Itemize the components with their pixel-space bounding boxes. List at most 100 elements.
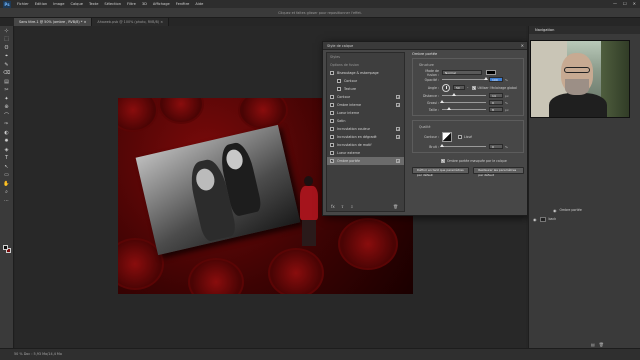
distance-slider[interactable] — [442, 93, 486, 96]
angle-dial[interactable] — [442, 83, 450, 92]
add-effect-icon[interactable]: + — [396, 127, 400, 131]
contour-sub-item[interactable]: Contour — [327, 77, 404, 85]
brush-tool-icon[interactable]: ✂ — [3, 87, 11, 94]
antialias-checkbox[interactable] — [458, 135, 462, 139]
inner-shadow-item[interactable]: Ombre interne + — [327, 101, 404, 109]
reset-default-button[interactable]: Restaurer les paramètres par défaut — [473, 167, 524, 177]
gradient-overlay-item[interactable]: Incrustation en dégradé + — [327, 133, 404, 141]
checkbox[interactable] — [330, 127, 334, 131]
type-tool-icon[interactable]: T — [3, 155, 11, 162]
color-overlay-item[interactable]: Incrustation couleur + — [327, 125, 404, 133]
move-tool-icon[interactable]: ⊹ — [3, 28, 11, 35]
marquee-tool-icon[interactable]: ⬚ — [3, 36, 11, 43]
checkbox[interactable] — [330, 111, 334, 115]
add-effect-icon[interactable]: + — [396, 103, 400, 107]
knockout-checkbox[interactable]: ✓ — [441, 158, 445, 163]
path-select-tool-icon[interactable]: ↖ — [3, 164, 11, 171]
checkbox-checked[interactable]: ✓ — [330, 159, 334, 163]
global-light-checkbox[interactable]: ✓ — [471, 85, 476, 90]
pattern-overlay-item[interactable]: Incrustation de motif — [327, 141, 404, 149]
zoom-tool-icon[interactable]: ⌕ — [3, 189, 11, 196]
menu-filtre[interactable]: Filtre — [127, 2, 136, 6]
menu-fenetre[interactable]: Fenêtre — [176, 2, 190, 6]
move-up-icon[interactable]: ⇧ — [341, 204, 344, 209]
more-tools-icon[interactable]: ⋯ — [3, 198, 11, 205]
checkbox[interactable] — [330, 151, 334, 155]
size-slider[interactable] — [442, 107, 486, 110]
texture-sub-item[interactable]: Texture — [327, 85, 404, 93]
satin-item[interactable]: Satin — [327, 117, 404, 125]
hand-tool-icon[interactable]: ✋ — [3, 181, 11, 188]
quick-select-tool-icon[interactable]: ⌖ — [3, 53, 11, 60]
tab-sans-titre[interactable]: Sans titre-1 @ 50% (ombre , RVB/8) * × — [14, 18, 93, 26]
styles-heading[interactable]: Styles — [327, 53, 404, 61]
pen-tool-icon[interactable]: ◈ — [3, 147, 11, 154]
dodge-tool-icon[interactable]: ✹ — [3, 138, 11, 145]
history-brush-tool-icon[interactable]: ⊕ — [3, 104, 11, 111]
tab-ahaweb[interactable]: Ahaweb.psb @ 100% (photo, RVB/8) × — [92, 18, 170, 26]
gradient-tool-icon[interactable]: ✑ — [3, 121, 11, 128]
slider-knob[interactable] — [452, 93, 457, 96]
blend-mode-select[interactable]: Normal — [442, 70, 482, 75]
tab-close-icon[interactable]: × — [84, 20, 87, 24]
noise-input[interactable]: 0 — [489, 144, 503, 149]
menu-affichage[interactable]: Affichage — [153, 2, 170, 6]
close-window-icon[interactable]: ✕ — [633, 1, 636, 6]
outer-glow-item[interactable]: Lueur externe — [327, 149, 404, 157]
crop-tool-icon[interactable]: ✎ — [3, 62, 11, 69]
add-effect-icon[interactable]: + — [396, 95, 400, 99]
checkbox[interactable] — [330, 143, 334, 147]
opacity-input[interactable]: 100 — [489, 77, 503, 82]
menu-fichier[interactable]: Fichier — [17, 2, 29, 6]
foreground-color-swatch[interactable] — [3, 245, 8, 250]
eraser-tool-icon[interactable]: ⌒ — [3, 113, 11, 120]
opacity-slider[interactable] — [442, 77, 488, 80]
bevel-emboss-item[interactable]: Biseautage & estampage — [327, 69, 404, 77]
menu-calque[interactable]: Calque — [70, 2, 82, 6]
spread-slider[interactable] — [440, 100, 486, 103]
menu-texte[interactable]: Texte — [89, 2, 98, 6]
maximize-icon[interactable]: ☐ — [623, 1, 627, 6]
trash-icon[interactable]: 🗑 — [393, 204, 398, 209]
checkbox[interactable] — [330, 135, 334, 139]
slider-knob[interactable] — [484, 77, 488, 80]
dialog-titlebar[interactable]: Style de calque ✕ — [323, 42, 527, 50]
close-icon[interactable]: ✕ — [521, 42, 524, 50]
menu-3d[interactable]: 3D — [142, 2, 147, 6]
eye-icon[interactable]: ◉ — [533, 215, 537, 224]
clone-stamp-tool-icon[interactable]: ✦ — [3, 96, 11, 103]
noise-slider[interactable] — [440, 144, 486, 147]
stroke-item[interactable]: Contour + — [327, 93, 404, 101]
slider-knob[interactable] — [446, 107, 451, 110]
slider-knob[interactable] — [440, 100, 444, 103]
menu-edition[interactable]: Edition — [35, 2, 47, 6]
angle-input[interactable]: 50 — [453, 85, 465, 90]
size-input[interactable]: 8 — [489, 107, 503, 112]
fx-icon[interactable]: fx — [331, 204, 335, 209]
lasso-tool-icon[interactable]: ʘ — [3, 45, 11, 52]
trash-icon[interactable]: 🗑 — [599, 342, 604, 347]
drop-shadow-item[interactable]: ✓ Ombre portée + — [327, 157, 404, 165]
checkbox[interactable] — [330, 119, 334, 123]
blending-options-item[interactable]: Options de fusion — [327, 61, 404, 69]
checkbox[interactable] — [330, 71, 334, 75]
menu-aide[interactable]: Aide — [195, 2, 203, 6]
checkbox[interactable] — [337, 79, 341, 83]
shadow-color-swatch[interactable] — [486, 70, 496, 75]
checkbox[interactable] — [330, 95, 334, 99]
tab-close-icon[interactable]: × — [160, 20, 163, 24]
new-layer-icon[interactable]: ▤ — [591, 342, 595, 347]
navigator-panel-title[interactable]: Navigation — [529, 26, 640, 34]
layer-back[interactable]: ◉ back — [529, 215, 640, 224]
contour-picker[interactable] — [442, 132, 452, 142]
layer-effect-drop-shadow[interactable]: ◉ Ombre portée — [529, 206, 640, 215]
distance-input[interactable]: 14 — [489, 93, 503, 98]
couple-photo-layer[interactable] — [135, 124, 301, 256]
add-effect-icon[interactable]: + — [396, 159, 400, 163]
checkbox[interactable] — [337, 87, 341, 91]
eye-icon[interactable]: ◉ — [553, 206, 557, 215]
checkbox[interactable] — [330, 103, 334, 107]
slider-knob[interactable] — [440, 144, 444, 147]
move-down-icon[interactable]: ⇩ — [350, 204, 353, 209]
minimize-icon[interactable]: — — [613, 1, 617, 6]
